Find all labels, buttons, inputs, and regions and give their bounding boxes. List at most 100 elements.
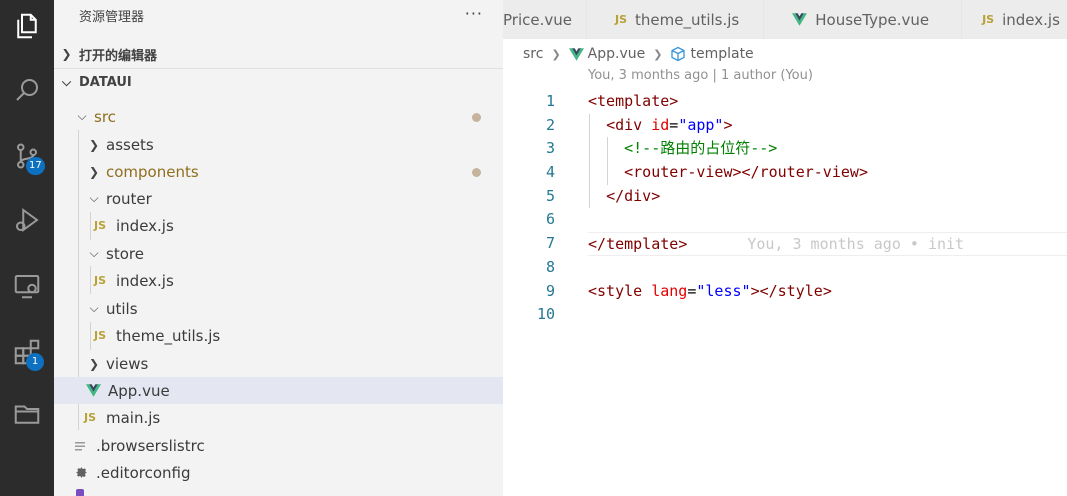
partial-file-icon bbox=[76, 489, 84, 496]
code-token: ></ bbox=[750, 281, 778, 300]
search-icon[interactable] bbox=[0, 66, 54, 114]
chevron-right-icon: ❯ bbox=[551, 47, 561, 61]
gear-icon bbox=[74, 465, 94, 480]
run-debug-icon[interactable] bbox=[0, 196, 54, 244]
tree-folder-components[interactable]: ❯ components bbox=[54, 158, 503, 185]
code-token: "less" bbox=[696, 281, 751, 300]
code-editor[interactable]: <template> <div id="app"> <!--路由的占位符--> … bbox=[588, 90, 1067, 327]
line-number: 9 bbox=[545, 281, 555, 300]
tree-label: utils bbox=[106, 299, 138, 318]
tree-label: main.js bbox=[106, 408, 161, 427]
code-token: > bbox=[678, 235, 688, 254]
code-token: > bbox=[651, 186, 661, 205]
tab-index-js[interactable]: JS index.js bbox=[962, 0, 1067, 39]
line-number: 2 bbox=[545, 115, 555, 134]
code-token: > bbox=[858, 163, 868, 182]
code-token: router-view bbox=[633, 163, 733, 182]
modified-dot bbox=[472, 168, 481, 177]
tab-price-vue[interactable]: Price.vue bbox=[503, 0, 587, 39]
line-number: 7 bbox=[545, 234, 555, 253]
tree-folder-views[interactable]: ❯ views bbox=[54, 350, 503, 377]
explorer-icon[interactable] bbox=[0, 2, 54, 50]
tab-housetype-vue[interactable]: HouseType.vue bbox=[764, 0, 963, 39]
code-token: div bbox=[624, 186, 652, 205]
line-number: 1 bbox=[545, 92, 555, 110]
line-number: 6 bbox=[545, 210, 555, 229]
tree-file-app-vue[interactable]: App.vue bbox=[54, 377, 503, 404]
breadcrumb-symbol[interactable]: template bbox=[690, 46, 753, 62]
tab-label: Price.vue bbox=[503, 10, 572, 29]
line-number: 5 bbox=[545, 186, 555, 205]
tree-folder-store[interactable]: ⌵ store bbox=[54, 240, 503, 267]
chevron-right-icon: ❯ bbox=[61, 47, 72, 61]
source-control-icon[interactable]: 17 bbox=[0, 132, 54, 180]
code-token: > bbox=[822, 281, 832, 300]
tree-file-main-js[interactable]: JS main.js bbox=[54, 404, 503, 431]
chevron-right-icon: ❯ bbox=[88, 356, 100, 371]
tree-label: router bbox=[106, 189, 152, 208]
tree-label: .browserslistrc bbox=[96, 436, 205, 455]
tab-bar: Price.vue JS theme_utils.js HouseType.vu… bbox=[503, 0, 1067, 39]
activity-bar: 17 1 bbox=[0, 0, 54, 496]
js-file-icon: JS bbox=[84, 411, 97, 424]
vue-file-icon bbox=[792, 13, 808, 26]
explorer-sidebar: 资源管理器 ··· ❯ 打开的编辑器 ⌵ DATAUI ⌵ src ❯ asse… bbox=[54, 0, 503, 496]
editor-area: Price.vue JS theme_utils.js HouseType.vu… bbox=[503, 0, 1067, 496]
sidebar-title: 资源管理器 bbox=[79, 10, 145, 25]
tree-label: index.js bbox=[116, 271, 174, 290]
chevron-down-icon: ⌵ bbox=[89, 246, 99, 260]
tree-file-theme-utils[interactable]: JS theme_utils.js bbox=[54, 322, 503, 349]
code-token: = bbox=[669, 115, 679, 134]
more-actions-button[interactable]: ··· bbox=[465, 4, 483, 23]
code-line: <div id="app"> bbox=[588, 114, 1067, 138]
tree-folder-src[interactable]: ⌵ src bbox=[54, 103, 503, 130]
code-token: id bbox=[651, 115, 670, 134]
tree-file-browserslistrc[interactable]: .browserslistrc bbox=[54, 432, 503, 459]
remote-explorer-icon[interactable] bbox=[0, 262, 54, 310]
folder-icon[interactable] bbox=[0, 390, 54, 438]
tab-label: HouseType.vue bbox=[815, 10, 930, 29]
tree-label: store bbox=[106, 244, 144, 263]
tree-folder-router[interactable]: ⌵ router bbox=[54, 185, 503, 212]
tab-label: theme_utils.js bbox=[635, 10, 740, 29]
code-token: div bbox=[615, 115, 643, 134]
extensions-icon[interactable]: 1 bbox=[0, 328, 54, 376]
tree-file-editorconfig[interactable]: .editorconfig bbox=[54, 459, 503, 486]
tab-theme-utils[interactable]: JS theme_utils.js bbox=[586, 0, 765, 39]
tree-file-router-index[interactable]: JS index.js bbox=[54, 212, 503, 239]
codelens-blame[interactable]: You, 3 months ago | 1 author (You) bbox=[588, 68, 813, 83]
open-editors-section[interactable]: ❯ 打开的编辑器 bbox=[54, 40, 503, 68]
code-token: <!--路由的占位符--> bbox=[624, 139, 778, 158]
line-number: 4 bbox=[545, 163, 555, 182]
tree-file-store-index[interactable]: JS index.js bbox=[54, 267, 503, 294]
code-token: router-view bbox=[759, 163, 859, 182]
code-token: </ bbox=[606, 186, 625, 205]
js-file-icon: JS bbox=[982, 13, 995, 26]
inline-blame: You, 3 months ago • init bbox=[747, 235, 965, 254]
tree-folder-utils[interactable]: ⌵ utils bbox=[54, 295, 503, 322]
code-line-current: </template> You, 3 months ago • init bbox=[588, 232, 1067, 256]
project-label: DATAUI bbox=[79, 75, 132, 90]
breadcrumb-folder[interactable]: src bbox=[523, 46, 543, 62]
tree-label: views bbox=[106, 354, 149, 373]
code-line: </div> bbox=[588, 185, 1067, 209]
tab-label: index.js bbox=[1002, 10, 1060, 29]
tree-label: index.js bbox=[116, 216, 174, 235]
vue-file-icon bbox=[86, 384, 106, 397]
tree-label: components bbox=[106, 162, 199, 181]
code-token: ></ bbox=[732, 163, 760, 182]
code-token: lang bbox=[651, 281, 688, 300]
code-line: <template> bbox=[588, 90, 1067, 114]
tree-folder-assets[interactable]: ❯ assets bbox=[54, 131, 503, 158]
code-token: > bbox=[723, 115, 733, 134]
project-section[interactable]: ⌵ DATAUI bbox=[54, 68, 503, 96]
code-token: < bbox=[606, 115, 616, 134]
chevron-down-icon: ⌵ bbox=[77, 109, 87, 123]
chevron-down-icon: ⌵ bbox=[89, 191, 99, 205]
breadcrumb-file[interactable]: App.vue bbox=[588, 46, 646, 62]
scm-badge: 17 bbox=[26, 157, 45, 175]
code-token: > bbox=[669, 92, 679, 110]
